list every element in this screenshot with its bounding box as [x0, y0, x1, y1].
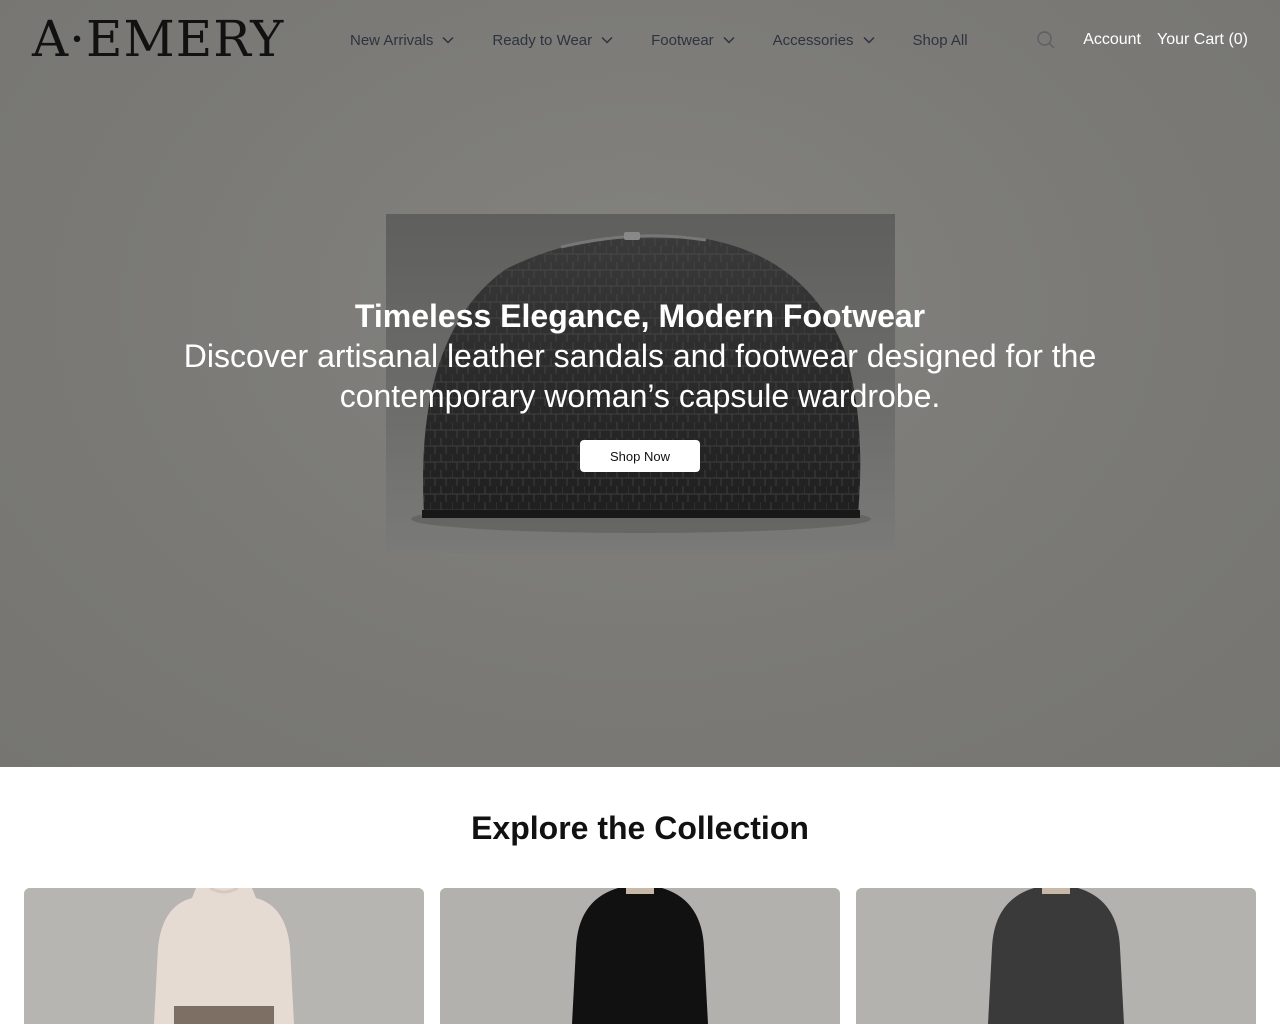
site-header: A·EMERY New Arrivals Ready to Wear Footw… [0, 0, 1280, 80]
nav-footwear-label: Footwear [651, 31, 714, 49]
collection-card[interactable] [24, 888, 424, 1024]
nav-accessories[interactable]: Accessories [773, 32, 875, 49]
nav-ready-to-wear[interactable]: Ready to Wear [492, 32, 613, 49]
nav-ready-to-wear-label: Ready to Wear [492, 31, 593, 49]
chevron-down-icon [863, 36, 875, 44]
main-nav: New Arrivals Ready to Wear Footwear Acce… [350, 0, 968, 80]
brand-logo[interactable]: A·EMERY [32, 14, 284, 64]
product-image [856, 888, 1256, 1024]
collection-card[interactable] [856, 888, 1256, 1024]
hero-title: Timeless Elegance, Modern Footwear [354, 298, 926, 334]
chevron-down-icon [723, 36, 735, 44]
header-actions: Account Your Cart (0) [1036, 0, 1248, 80]
nav-shop-all[interactable]: Shop All [913, 32, 968, 49]
product-image [24, 888, 424, 1024]
chevron-down-icon [601, 36, 613, 44]
hero-subtitle: Discover artisanal leather sandals and f… [183, 338, 1097, 414]
nav-new-arrivals[interactable]: New Arrivals [350, 32, 454, 49]
hero-text: Timeless Elegance, Modern Footwear Disco… [100, 296, 1180, 416]
nav-footwear[interactable]: Footwear [651, 32, 735, 49]
search-icon[interactable] [1036, 30, 1056, 50]
collection-cards [24, 888, 1256, 1024]
chevron-down-icon [442, 36, 454, 44]
cart-link[interactable]: Your Cart (0) [1157, 31, 1248, 49]
shop-now-button[interactable]: Shop Now [580, 440, 700, 472]
nav-shop-all-label: Shop All [912, 31, 968, 49]
nav-accessories-label: Accessories [772, 31, 854, 49]
account-link[interactable]: Account [1083, 31, 1141, 49]
nav-new-arrivals-label: New Arrivals [350, 31, 434, 49]
collection-title: Explore the Collection [471, 810, 809, 846]
collection-card[interactable] [440, 888, 840, 1024]
product-image [440, 888, 840, 1024]
